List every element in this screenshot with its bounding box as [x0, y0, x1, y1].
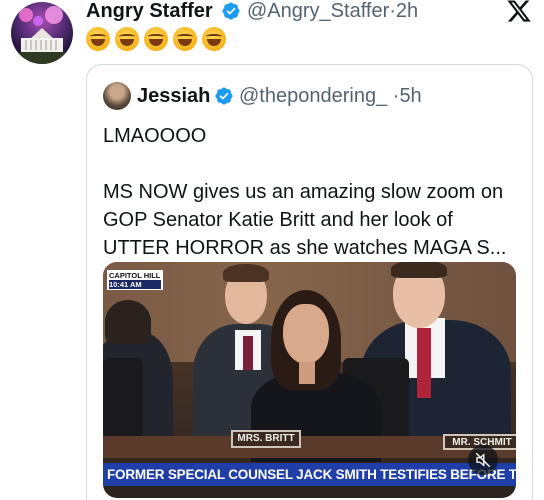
emoji-row — [86, 27, 231, 57]
quote-time[interactable]: 5h — [399, 85, 421, 107]
chyron-time: 10:41 AM — [109, 280, 161, 289]
x-logo-icon[interactable] — [506, 0, 532, 24]
location-chyron: CAPITOL HILL 10:41 AM — [107, 270, 163, 290]
quote-text: LMAOOOO MS NOW gives us an amazing slow … — [103, 122, 523, 262]
author-name[interactable]: Angry Staffer — [86, 0, 213, 23]
separator-dot: · — [389, 0, 396, 22]
rolling-on-floor-laughing-emoji — [115, 27, 139, 51]
quote-handle-line[interactable]: @thepondering_ ·5h — [239, 85, 422, 108]
rolling-on-floor-laughing-emoji — [144, 27, 168, 51]
nameplate-britt: MRS. BRITT — [231, 430, 301, 448]
author-handle[interactable]: @Angry_Staffer — [247, 0, 389, 22]
verified-badge-icon — [222, 2, 240, 20]
mute-button[interactable] — [468, 445, 498, 475]
video-thumbnail[interactable]: MRS. BRITT MR. SCHMIT CAPITOL HILL 10:41… — [103, 262, 516, 498]
quote-author-avatar[interactable] — [103, 82, 131, 110]
rolling-on-floor-laughing-emoji — [173, 27, 197, 51]
author-handle-line[interactable]: @Angry_Staffer·2h — [247, 0, 418, 23]
muted-speaker-icon — [475, 452, 491, 468]
quote-author-handle[interactable]: @thepondering_ — [239, 85, 387, 107]
news-ticker-text: FORMER SPECIAL COUNSEL JACK SMITH TESTIF… — [107, 467, 516, 482]
quote-text-line1: LMAOOOO — [103, 125, 207, 147]
quote-author-name[interactable]: Jessiah — [137, 85, 210, 108]
author-avatar[interactable] — [11, 2, 73, 64]
rolling-on-floor-laughing-emoji — [202, 27, 226, 51]
chyron-location: CAPITOL HILL — [109, 271, 161, 280]
quote-text-body: MS NOW gives us an amazing slow zoom on … — [103, 181, 507, 259]
verified-badge-icon — [215, 87, 233, 105]
rolling-on-floor-laughing-emoji — [86, 27, 110, 51]
post-time[interactable]: 2h — [396, 0, 418, 22]
quoted-post-card[interactable]: Jessiah @thepondering_ ·5h LMAOOOO MS NO… — [86, 64, 533, 500]
